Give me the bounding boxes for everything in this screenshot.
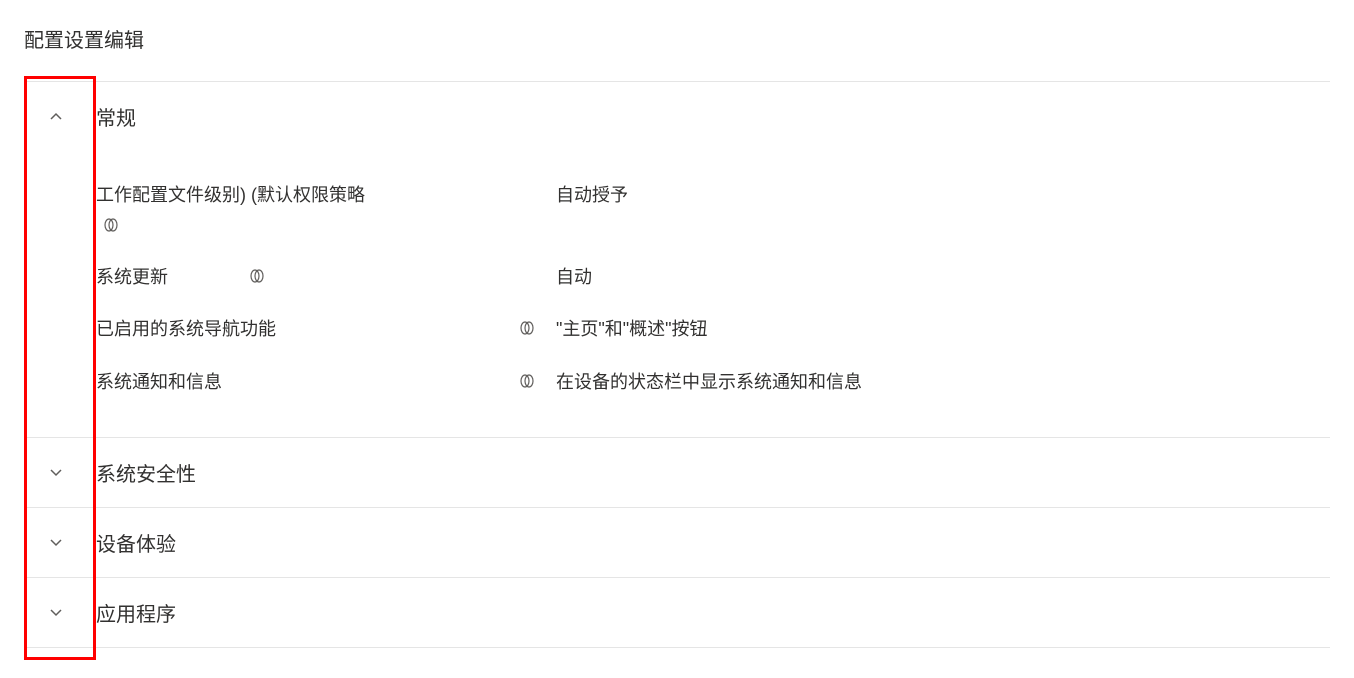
section-body-general: 工作配置文件级别) (默认权限策略 自动授予 [24,143,1330,437]
setting-value: "主页"和"概述"按钮 [556,315,708,344]
setting-label: 系统更新 [96,263,168,292]
copilot-icon[interactable] [102,216,120,234]
setting-value: 在设备的状态栏中显示系统通知和信息 [556,368,862,397]
setting-label: 已启用的系统导航功能 [96,315,276,344]
section-general: 常规 工作配置文件级别) (默认权限策略 [24,82,1330,438]
setting-value: 自动授予 [556,181,628,210]
copilot-icon[interactable] [248,267,266,285]
section-label: 常规 [96,102,136,131]
section-label: 应用程序 [96,598,176,627]
setting-row: 已启用的系统导航功能 "主页"和"概述"按钮 [96,303,1330,356]
section-list: 常规 工作配置文件级别) (默认权限策略 [24,81,1330,648]
page-title: 配置设置编辑 [24,24,1330,53]
copilot-icon[interactable] [518,372,536,390]
section-label: 系统安全性 [96,458,196,487]
section-system-security: 系统安全性 [24,438,1330,508]
setting-row: 系统更新 自动 [96,251,1330,304]
chevron-down-icon [48,464,80,480]
setting-row: 工作配置文件级别) (默认权限策略 自动授予 [96,143,1330,251]
copilot-icon[interactable] [518,319,536,337]
setting-label: 工作配置文件级别) (默认权限策略 [96,181,376,239]
section-label: 设备体验 [96,528,176,557]
chevron-down-icon [48,604,80,620]
section-device-experience: 设备体验 [24,508,1330,578]
section-header-applications[interactable]: 应用程序 [24,578,1330,647]
section-header-system-security[interactable]: 系统安全性 [24,438,1330,507]
chevron-down-icon [48,534,80,550]
section-header-device-experience[interactable]: 设备体验 [24,508,1330,577]
section-applications: 应用程序 [24,578,1330,648]
setting-row: 系统通知和信息 在设备的状态栏中显示系统通知和信息 [96,356,1330,409]
chevron-up-icon [48,109,80,125]
section-header-general[interactable]: 常规 [24,82,1330,143]
setting-label: 系统通知和信息 [96,368,222,397]
setting-value: 自动 [556,263,592,292]
